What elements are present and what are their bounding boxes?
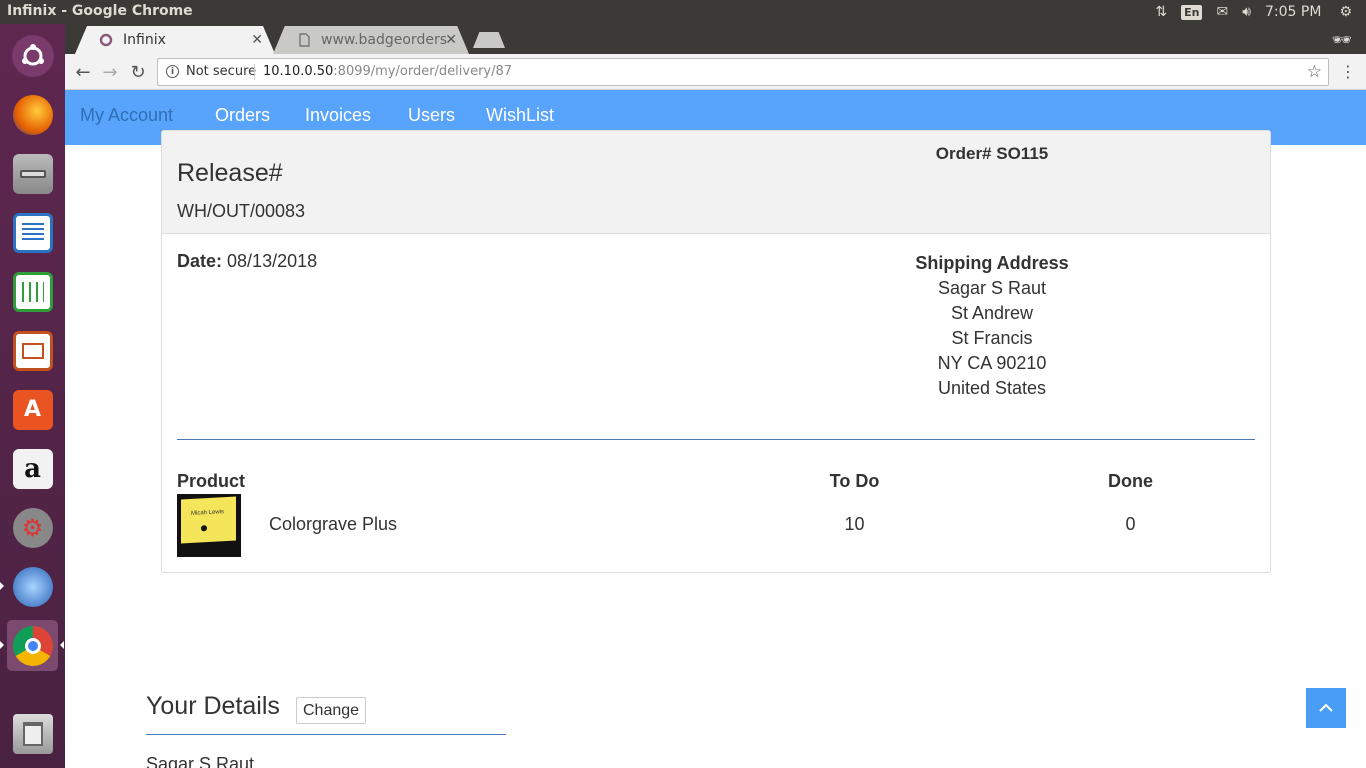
clock[interactable]: 7:05 PM: [1265, 0, 1321, 24]
your-details-title: Your Details: [146, 692, 280, 720]
info-icon: i: [166, 65, 179, 78]
todo-quantity: 10: [844, 514, 865, 534]
chevron-up-icon: [1319, 703, 1333, 712]
browser-toolbar: ← → ↻ i Not secure 10.10.0.50:8099/my/or…: [65, 54, 1366, 90]
browser-tab-strip: Infinix ✕ www.badgeorders ✕ 🕶︎: [65, 24, 1366, 54]
system-top-panel: Infinix - Google Chrome ⇅ En ✉ 🔊︎ 7:05 P…: [0, 0, 1366, 24]
nav-users[interactable]: Users: [408, 105, 455, 126]
page-favicon-icon: [299, 33, 310, 47]
nav-orders[interactable]: Orders: [215, 105, 270, 126]
files-cabinet-icon: [12, 153, 53, 194]
settings-wrench-icon: ⚙: [12, 507, 53, 548]
running-indicator: [0, 641, 4, 649]
software-bag-icon: A: [12, 389, 53, 430]
writer-document-icon: [12, 212, 53, 253]
delivery-card: Release# WH/OUT/00083 Order# SO115 Date:…: [161, 130, 1271, 573]
tab-close-icon[interactable]: ✕: [445, 32, 457, 48]
launcher-system-settings[interactable]: ⚙: [7, 502, 58, 553]
launcher-amazon[interactable]: a: [7, 443, 58, 494]
volume-icon[interactable]: 🔊︎: [1242, 0, 1251, 24]
launcher-writer[interactable]: [7, 207, 58, 258]
shipping-address: Shipping Address Sagar S Raut St Andrew …: [812, 251, 1172, 401]
tab-infinix[interactable]: Infinix ✕: [75, 26, 275, 54]
impress-presentation-icon: [12, 330, 53, 371]
reload-icon[interactable]: ↻: [127, 61, 149, 83]
new-tab-button[interactable]: [473, 32, 505, 48]
keyboard-layout-indicator[interactable]: En: [1181, 0, 1203, 24]
shipping-line: St Francis: [951, 328, 1033, 348]
window-title: Infinix - Google Chrome: [7, 3, 193, 19]
nav-my-account[interactable]: My Account: [80, 105, 173, 126]
launcher-firefox[interactable]: [7, 89, 58, 140]
column-header-done: Done: [1108, 471, 1153, 491]
details-divider: [146, 734, 506, 735]
launcher-calc[interactable]: [7, 266, 58, 317]
omnibox-separator: [254, 64, 255, 80]
focused-indicator: [60, 641, 64, 649]
settings-gear-icon[interactable]: ⚙: [1339, 0, 1352, 24]
card-header: Release# WH/OUT/00083 Order# SO115: [162, 131, 1270, 234]
running-indicator: [0, 582, 4, 590]
ubuntu-logo-icon: [11, 34, 54, 77]
scroll-to-top-button[interactable]: [1306, 688, 1346, 728]
launcher-thunderbird[interactable]: [7, 561, 58, 612]
date-label: Date:: [177, 251, 223, 271]
launcher-chrome[interactable]: [7, 620, 58, 671]
forward-arrow-icon[interactable]: →: [99, 61, 121, 83]
tab-label: Infinix: [123, 32, 166, 48]
shipping-line: Sagar S Raut: [937, 278, 1047, 298]
delivery-date: Date: 08/13/2018: [177, 251, 317, 272]
bookmark-star-icon[interactable]: ☆: [1307, 62, 1322, 82]
column-header-todo: To Do: [829, 471, 880, 491]
product-name[interactable]: Colorgrave Plus: [269, 514, 397, 535]
shipping-line: United States: [937, 378, 1047, 398]
web-page: My Account Orders Invoices Users WishLis…: [65, 90, 1366, 768]
incognito-icon: 🕶︎: [1331, 30, 1352, 49]
chrome-menu-icon[interactable]: ⋮: [1340, 62, 1356, 81]
column-header-product: Product: [177, 471, 246, 491]
nav-wishlist[interactable]: WishList: [486, 105, 554, 126]
shipping-line: St Andrew: [950, 303, 1034, 323]
security-label: Not secure: [186, 64, 257, 79]
mail-icon[interactable]: ✉: [1216, 0, 1228, 24]
tab-label: www.badgeorders: [321, 32, 447, 48]
done-quantity: 0: [1125, 514, 1136, 534]
system-tray: ⇅ En ✉ 🔊︎ 7:05 PM ⚙: [1155, 0, 1366, 24]
back-arrow-icon[interactable]: ←: [72, 61, 94, 83]
release-reference: WH/OUT/00083: [177, 201, 306, 221]
order-number: Order# SO115: [935, 144, 1049, 163]
amazon-icon: a: [12, 448, 53, 489]
tab-close-icon[interactable]: ✕: [251, 32, 263, 48]
section-divider: [177, 439, 1255, 440]
release-title: Release#: [177, 159, 283, 187]
details-name: Sagar S Raut: [146, 754, 255, 768]
change-details-button[interactable]: Change: [296, 697, 367, 724]
chrome-icon: [12, 625, 53, 666]
shipping-heading: Shipping Address: [915, 253, 1069, 273]
trash-icon: [12, 713, 53, 754]
firefox-icon: [12, 94, 53, 135]
unity-launcher: A a ⚙: [0, 24, 65, 768]
url-text[interactable]: 10.10.0.50:8099/my/order/delivery/87: [263, 64, 512, 79]
launcher-software[interactable]: A: [7, 384, 58, 435]
thunderbird-icon: [12, 566, 53, 607]
calc-spreadsheet-icon: [12, 271, 53, 312]
badge-plate-image: Micah Lewis: [181, 496, 236, 544]
thumbnail-dot: [201, 525, 207, 532]
security-indicator[interactable]: i Not secure: [166, 64, 256, 79]
shipping-line: NY CA 90210: [937, 353, 1047, 373]
date-value: 08/13/2018: [227, 251, 318, 271]
infinix-favicon-icon: [99, 33, 113, 47]
launcher-trash[interactable]: [7, 708, 58, 759]
launcher-ubuntu-dash[interactable]: [7, 30, 58, 81]
product-thumbnail[interactable]: Micah Lewis: [177, 494, 241, 557]
nav-invoices[interactable]: Invoices: [305, 105, 371, 126]
address-bar[interactable]: i Not secure 10.10.0.50:8099/my/order/de…: [157, 58, 1329, 86]
thumbnail-text: Micah Lewis: [191, 509, 225, 517]
launcher-impress[interactable]: [7, 325, 58, 376]
network-icon[interactable]: ⇅: [1155, 0, 1167, 24]
launcher-files[interactable]: [7, 148, 58, 199]
tab-badgeorders[interactable]: www.badgeorders ✕: [273, 26, 469, 54]
